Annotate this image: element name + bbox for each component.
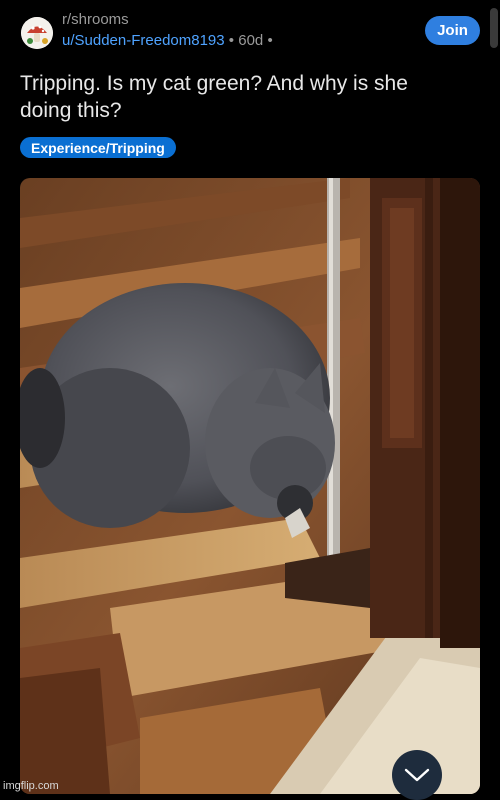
author-link[interactable]: u/Sudden-Freedom8193 bbox=[62, 32, 225, 49]
meta-separator-trailing: • bbox=[267, 32, 273, 49]
meta-separator: • bbox=[228, 32, 235, 49]
post-header: r/shrooms u/Sudden-Freedom8193 • 60d • J… bbox=[0, 0, 500, 60]
subreddit-avatar[interactable] bbox=[21, 17, 53, 49]
post-meta: u/Sudden-Freedom8193 • 60d • bbox=[62, 32, 273, 49]
collapse-button[interactable] bbox=[392, 750, 442, 800]
post-flair[interactable]: Experience/Tripping bbox=[20, 137, 176, 158]
chevron-down-icon bbox=[404, 768, 430, 782]
post-title[interactable]: Tripping. Is my cat green? And why is sh… bbox=[20, 70, 460, 124]
subreddit-name[interactable]: r/shrooms bbox=[62, 11, 129, 28]
post-image[interactable] bbox=[20, 178, 480, 794]
cat-photo bbox=[20, 178, 480, 794]
join-button[interactable]: Join bbox=[425, 16, 480, 45]
watermark: imgflip.com bbox=[3, 780, 59, 792]
scrollbar[interactable] bbox=[490, 8, 498, 48]
mushroom-avatar-icon bbox=[21, 17, 53, 49]
post-age: 60d bbox=[238, 32, 264, 49]
